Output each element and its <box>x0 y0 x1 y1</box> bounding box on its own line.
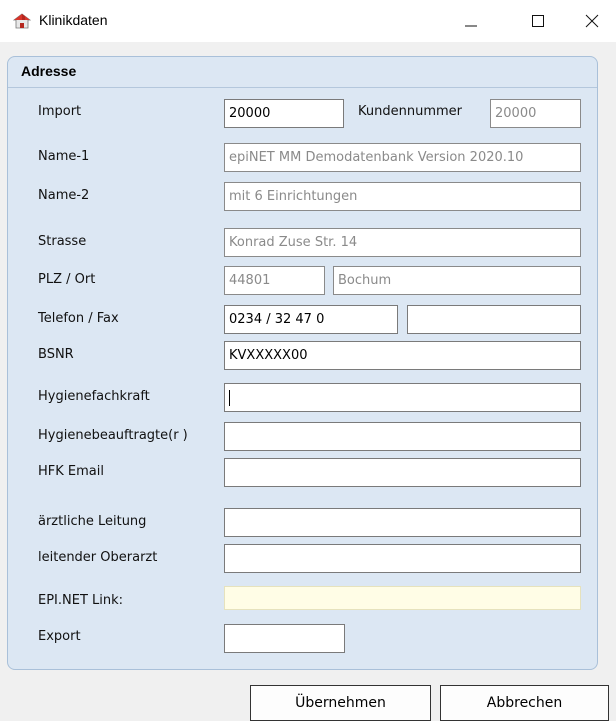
cancel-button[interactable]: Abbrechen <box>440 685 609 721</box>
hygienebeauftragte-label: Hygienebeauftragte(r ) <box>38 428 188 443</box>
maximize-button[interactable] <box>516 0 560 42</box>
minimize-icon <box>464 14 478 28</box>
hygienefachkraft-input[interactable] <box>224 383 581 412</box>
ort-input[interactable]: Bochum <box>333 266 581 295</box>
name1-input[interactable]: epiNET MM Demodatenbank Version 2020.10 <box>224 143 581 172</box>
bsnr-label: BSNR <box>38 347 74 362</box>
import-input[interactable]: 20000 <box>224 99 344 128</box>
bsnr-input[interactable]: KVXXXXX00 <box>224 341 581 370</box>
leitender-oberarzt-label: leitender Oberarzt <box>38 550 158 565</box>
strasse-label: Strasse <box>38 234 87 249</box>
aerztliche-leitung-input[interactable] <box>224 508 581 537</box>
kundennummer-label: Kundennummer <box>358 104 462 119</box>
window-title: Klinikdaten <box>39 12 108 28</box>
hfk-email-label: HFK Email <box>38 464 104 479</box>
fax-input[interactable] <box>407 305 581 334</box>
close-button[interactable] <box>570 0 614 42</box>
telefon-fax-label: Telefon / Fax <box>38 311 119 326</box>
close-icon <box>585 14 599 28</box>
name2-input[interactable]: mit 6 Einrichtungen <box>224 182 581 211</box>
import-label: Import <box>38 104 82 119</box>
title-bar: Klinikdaten <box>0 0 616 42</box>
export-input[interactable] <box>224 624 345 653</box>
hygienefachkraft-label: Hygienefachkraft <box>38 389 150 404</box>
panel-header: Adresse <box>8 57 597 88</box>
aerztliche-leitung-label: ärztliche Leitung <box>38 514 147 529</box>
hfk-email-input[interactable] <box>224 458 581 487</box>
export-label: Export <box>38 629 81 644</box>
leitender-oberarzt-input[interactable] <box>224 544 581 573</box>
plz-ort-label: PLZ / Ort <box>38 272 96 287</box>
apply-button[interactable]: Übernehmen <box>250 685 431 721</box>
epinet-link-input[interactable] <box>224 586 581 610</box>
strasse-input[interactable]: Konrad Zuse Str. 14 <box>224 228 581 257</box>
epinet-link-label: EPI.NET Link: <box>38 593 124 608</box>
plz-input[interactable]: 44801 <box>224 266 325 295</box>
hygienebeauftragte-input[interactable] <box>224 422 581 451</box>
maximize-icon <box>531 14 545 28</box>
name2-label: Name-2 <box>38 188 90 203</box>
telefon-input[interactable]: 0234 / 32 47 0 <box>224 305 398 334</box>
text-cursor <box>229 389 230 406</box>
minimize-button[interactable] <box>449 0 493 42</box>
kundennummer-input[interactable]: 20000 <box>490 99 581 128</box>
section-title: Adresse <box>21 63 77 79</box>
name1-label: Name-1 <box>38 149 90 164</box>
house-icon <box>12 13 32 29</box>
